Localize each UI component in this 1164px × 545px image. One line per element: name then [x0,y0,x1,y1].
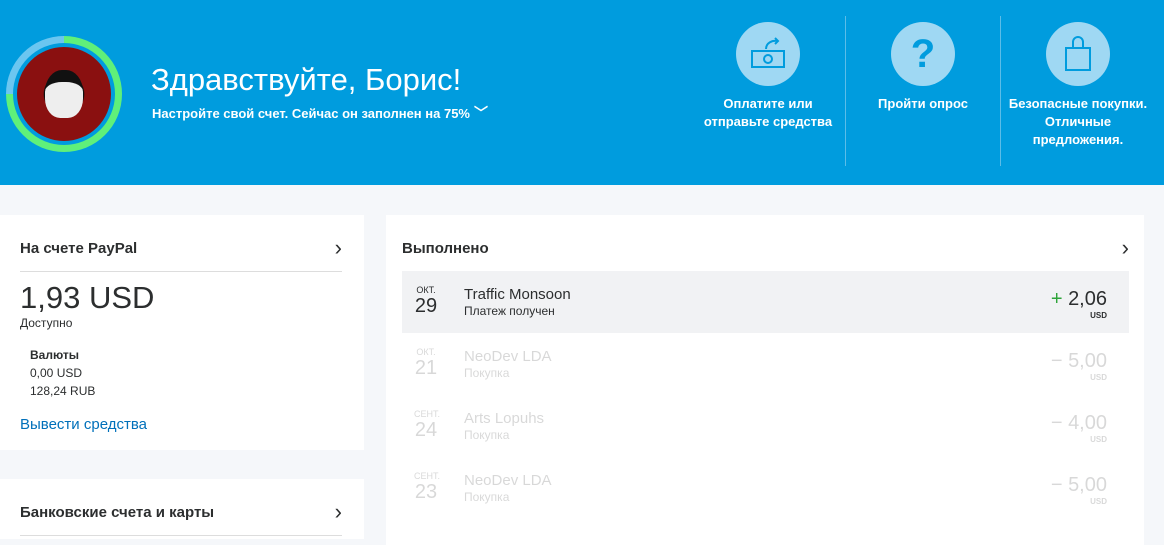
transaction-status: Покупка [464,428,510,442]
money-send-icon [736,22,800,86]
question-icon: ? [891,22,955,86]
transaction-row[interactable]: ОКТ. 21 NeoDev LDA Покупка − 5,00 USD [402,333,1129,395]
balance-header[interactable]: На счете PayPal › [20,235,342,272]
transaction-currency: USD [1090,373,1107,382]
balance-title: На счете PayPal [20,239,138,257]
transaction-amount: + 2,06 [1050,288,1107,310]
transaction-status: Покупка [464,490,510,504]
transaction-amount: − 5,00 [1050,474,1107,496]
withdraw-link[interactable]: Вывести средства [20,416,344,433]
transaction-name: NeoDev LDA [464,348,552,365]
action-safe-shopping[interactable]: Безопасные покупки. Отличные предложения… [1003,22,1153,149]
action-pay-send[interactable]: Оплатите или отправьте средства [693,22,843,131]
chevron-right-icon[interactable]: › [1122,235,1129,261]
action-survey[interactable]: ? Пройти опрос [848,22,998,113]
transaction-day: 23 [414,481,438,503]
transaction-status: Покупка [464,366,510,380]
transaction-month: ОКТ. [416,285,436,295]
paypal-balance-card: На счете PayPal › 1,93 USD Доступно Валют… [0,215,364,450]
transaction-row[interactable]: СЕНТ. 24 Arts Lopuhs Покупка − 4,00 USD [402,395,1129,457]
greeting: Здравствуйте, Борис! [151,62,462,97]
transaction-row[interactable]: ОКТ. 29 Traffic Monsoon Платеж получен +… [402,271,1129,333]
transaction-amount: − 5,00 [1050,350,1107,372]
transaction-amount: − 4,00 [1050,412,1107,434]
avatar-image [45,70,83,118]
activity-title: Выполнено [402,239,489,257]
transaction-currency: USD [1090,311,1107,320]
transaction-status: Платеж получен [464,304,555,318]
transaction-currency: USD [1090,435,1107,444]
header-banner: Здравствуйте, Борис! Настройте свой счет… [0,0,1164,185]
currency-rub: 128,24 RUB [30,384,96,398]
action-label: Оплатите или отправьте средства [703,96,833,129]
transaction-currency: USD [1090,497,1107,506]
action-label: Безопасные покупки. Отличные предложения… [1008,96,1148,147]
chevron-down-icon: ﹀ [473,105,488,121]
profile-completion-link[interactable]: Настройте свой счет. Сейчас он заполнен … [152,103,488,123]
banks-title: Банковские счета и карты [20,503,215,521]
transaction-day: 29 [414,295,438,317]
chevron-right-icon[interactable]: › [335,499,342,525]
shopping-bag-icon [1046,22,1110,86]
available-label: Доступно [20,316,73,330]
chevron-right-icon[interactable]: › [335,235,342,261]
transaction-day: 24 [414,419,438,441]
transaction-month: ОКТ. [416,347,436,357]
transaction-name: Traffic Monsoon [464,286,571,303]
currency-usd: 0,00 USD [30,366,83,380]
divider [1000,16,1001,166]
transaction-name: NeoDev LDA [464,472,552,489]
avatar[interactable] [6,36,122,152]
action-label: Пройти опрос [878,96,968,111]
divider [845,16,846,166]
transaction-day: 21 [414,357,438,379]
banks-card: Банковские счета и карты › [0,479,364,539]
transaction-name: Arts Lopuhs [464,410,545,427]
currencies-title: Валюты [30,348,80,362]
banks-header[interactable]: Банковские счета и карты › [20,499,342,536]
balance-amount: 1,93 USD [20,280,155,315]
transaction-month: СЕНТ. [414,471,441,481]
transaction-month: СЕНТ. [414,409,441,419]
activity-header[interactable]: Выполнено › [402,235,1129,261]
transaction-row[interactable]: СЕНТ. 23 NeoDev LDA Покупка − 5,00 USD [402,457,1129,519]
profile-completion-text: Настройте свой счет. Сейчас он заполнен … [152,105,470,121]
